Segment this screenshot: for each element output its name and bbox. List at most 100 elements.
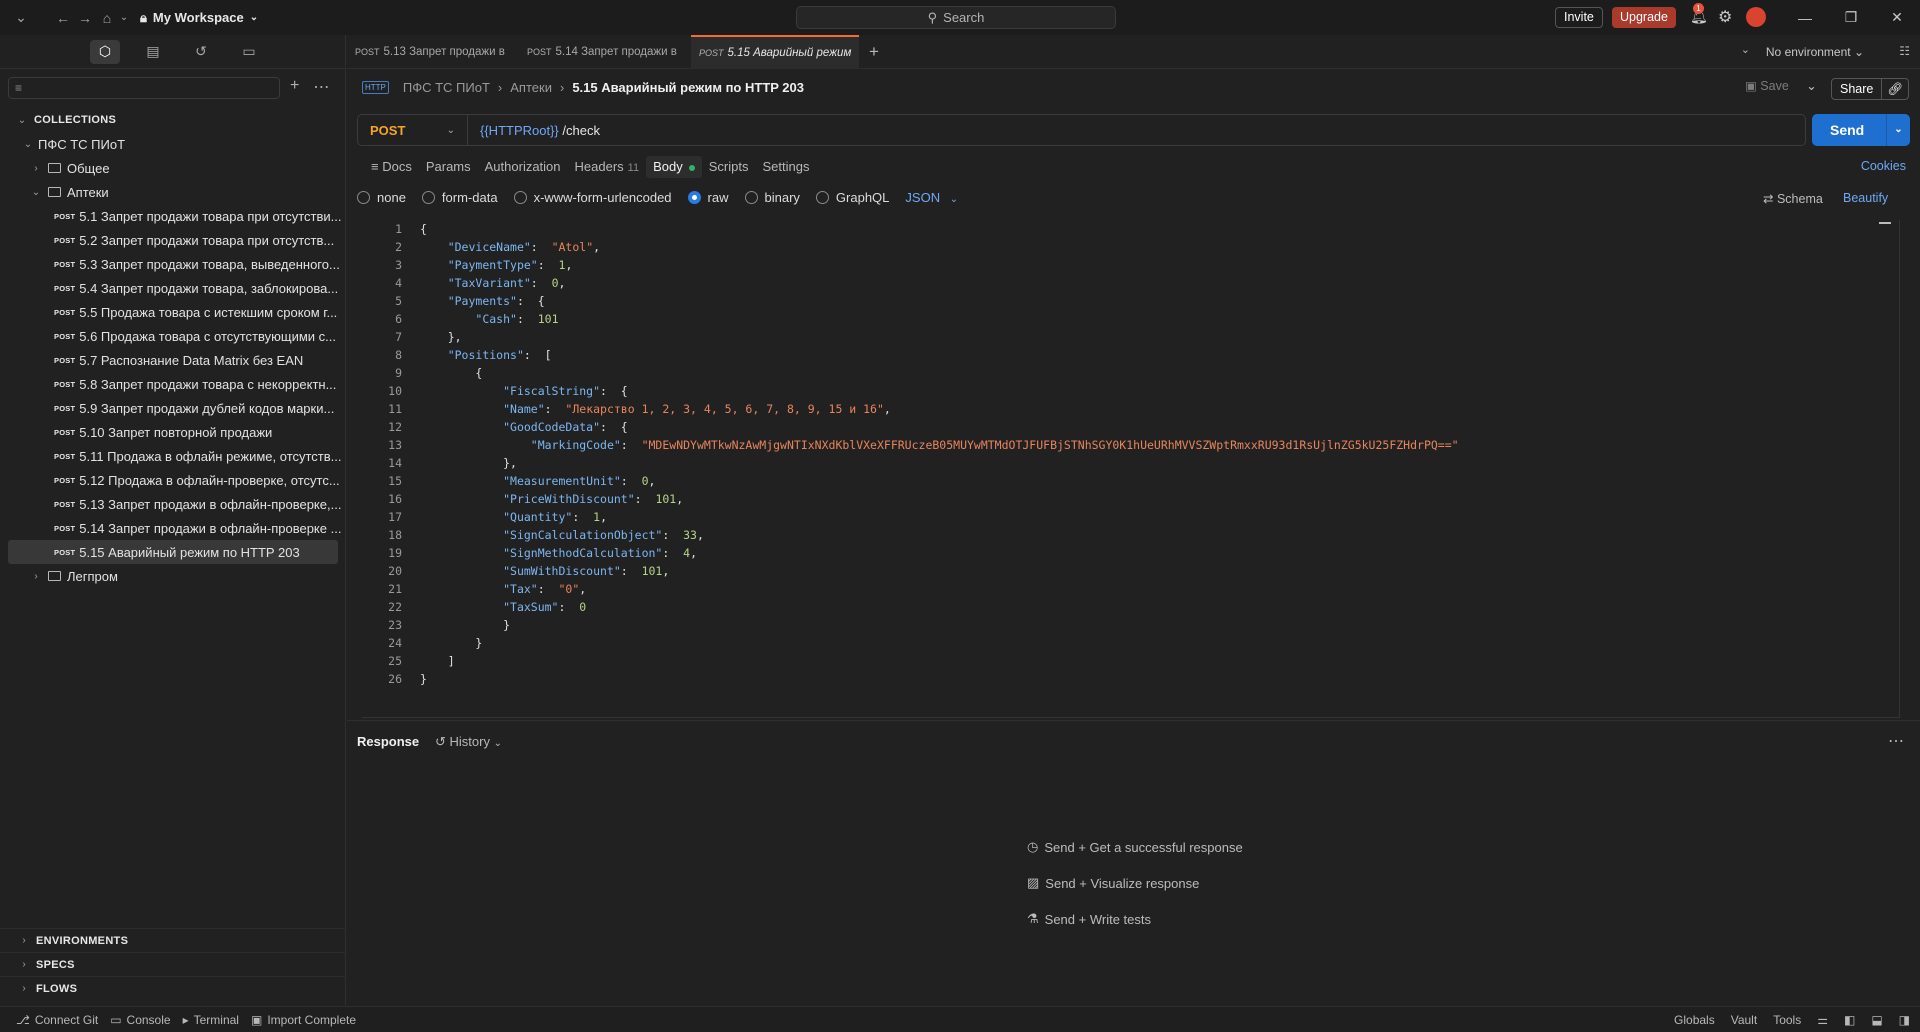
folder-pharmacies[interactable]: ⌄ Аптеки: [0, 180, 346, 204]
request-item[interactable]: POST 5.11 Продажа в офлайн режиме, отсутс…: [0, 444, 346, 468]
vault-button[interactable]: Vault: [1731, 1013, 1757, 1027]
request-item[interactable]: POST 5.14 Запрет продажи в офлайн-проверк…: [0, 516, 346, 540]
workspace-switcher[interactable]: 🔒︎ My Workspace ⌄: [140, 10, 258, 26]
gear-icon[interactable]: ⚙: [1718, 7, 1732, 27]
tab-request-5-14[interactable]: POST 5.14 Запрет продажи в: [519, 35, 691, 69]
editor-scrollbar[interactable]: [1879, 222, 1891, 224]
tab-scripts[interactable]: Scripts: [702, 156, 756, 178]
settings-sliders-icon[interactable]: ⚌: [1817, 1013, 1828, 1027]
send-dropdown-icon[interactable]: ⌄: [1886, 114, 1910, 146]
request-item[interactable]: POST 5.8 Запрет продажи товара с некоррек…: [0, 372, 346, 396]
tab-body[interactable]: Body: [646, 156, 702, 178]
files-tab-icon[interactable]: ▭: [234, 40, 264, 64]
request-item[interactable]: POST 5.4 Запрет продажи товара, заблокиро…: [0, 276, 346, 300]
close-button[interactable]: ✕: [1874, 0, 1920, 35]
cookies-link[interactable]: Cookies: [1861, 159, 1906, 173]
schema-button[interactable]: ⇄ Schema: [1763, 191, 1823, 206]
new-tab-icon[interactable]: +: [869, 42, 879, 62]
environments-tab-icon[interactable]: ▤: [138, 40, 168, 64]
tabs-dropdown-icon[interactable]: ⌄: [1741, 43, 1750, 56]
send-button[interactable]: Send ⌄: [1812, 114, 1910, 146]
connect-git-button[interactable]: ⎇ Connect Git: [16, 1013, 98, 1027]
layout-icon[interactable]: ☷: [1899, 44, 1910, 58]
radio-none[interactable]: none: [357, 190, 406, 205]
tools-button[interactable]: Tools: [1773, 1013, 1801, 1027]
pane-right-icon[interactable]: ◨: [1899, 1013, 1910, 1027]
collections-tab-icon[interactable]: ⬡: [90, 39, 120, 64]
forward-arrow-icon[interactable]: →: [74, 10, 96, 26]
beautify-button[interactable]: Beautify: [1843, 191, 1888, 205]
request-item[interactable]: POST 5.9 Запрет продажи дублей кодов марк…: [0, 396, 346, 420]
folder-common[interactable]: › Общее: [0, 156, 346, 180]
flows-section[interactable]: › FLOWS: [0, 976, 346, 1000]
request-item[interactable]: POST 5.15 Аварийный режим по HTTP 203: [8, 540, 338, 564]
hint-successful-response[interactable]: ◷ Send + Get a successful response: [1027, 839, 1243, 855]
tab-docs[interactable]: ≡ Docs: [364, 156, 419, 178]
hint-visualize-response[interactable]: ▨ Send + Visualize response: [1027, 875, 1199, 891]
import-status[interactable]: ▣ Import Complete: [251, 1013, 356, 1027]
radio-graphql[interactable]: GraphQL: [815, 190, 889, 205]
request-item[interactable]: POST 5.6 Продажа товара с отсутствующими …: [0, 324, 346, 348]
link-icon[interactable]: 🔗︎: [1881, 79, 1908, 99]
collection-item[interactable]: ⌄ ПФС ТС ПИоТ: [0, 132, 346, 156]
save-icon: ▣: [1745, 79, 1757, 93]
tab-request-5-13[interactable]: POST 5.13 Запрет продажи в: [347, 35, 519, 69]
environment-selector[interactable]: No environment ⌄: [1766, 45, 1864, 59]
tab-params[interactable]: Params: [419, 156, 478, 178]
code-editor[interactable]: 1 2 3 4 5 6 7 8 9 10 11 12 13 14 15 16 17 18 19 20 21 22 23 24 2…: [362, 220, 1900, 718]
notification-badge: 1: [1693, 3, 1704, 14]
save-button[interactable]: ▣ Save ⌄: [1745, 78, 1817, 93]
tab-settings[interactable]: Settings: [755, 156, 816, 178]
method-select[interactable]: POST ⌄: [358, 115, 468, 145]
invite-button[interactable]: Invite: [1555, 7, 1603, 28]
add-icon[interactable]: +: [290, 77, 299, 97]
minimize-button[interactable]: —: [1782, 0, 1828, 35]
request-item[interactable]: POST 5.5 Продажа товара с истекшим сроком…: [0, 300, 346, 324]
pane-bottom-icon[interactable]: ⬓: [1871, 1013, 1882, 1027]
maximize-button[interactable]: ❐: [1828, 0, 1874, 35]
menu-chevron-icon[interactable]: ⌄: [10, 9, 32, 26]
home-icon[interactable]: ⌂: [96, 10, 118, 26]
collections-header[interactable]: ⌄ COLLECTIONS: [0, 108, 346, 132]
specs-section[interactable]: › SPECS: [0, 952, 346, 976]
breadcrumb-folder[interactable]: Аптеки: [510, 80, 552, 95]
tab-request-5-15[interactable]: POST 5.15 Аварийный режим: [691, 34, 859, 69]
history-dropdown[interactable]: ↺ History ⌄: [435, 734, 502, 750]
globals-button[interactable]: Globals: [1674, 1013, 1715, 1027]
folder-light-industry[interactable]: › Легпром: [0, 564, 346, 588]
radio-form-data[interactable]: form-data: [421, 190, 498, 205]
tab-authorization[interactable]: Authorization: [478, 156, 568, 178]
search-input[interactable]: ⚲ Search: [796, 6, 1116, 29]
home-chevron-icon[interactable]: ⌄: [118, 12, 130, 23]
upgrade-button[interactable]: Upgrade: [1612, 7, 1676, 28]
tab-headers[interactable]: Headers 11: [568, 156, 647, 178]
radio-binary[interactable]: binary: [744, 190, 800, 205]
console-button[interactable]: ▭ Console: [110, 1013, 170, 1027]
request-item[interactable]: POST 5.7 Распознание Data Matrix без EAN: [0, 348, 346, 372]
request-item[interactable]: POST 5.12 Продажа в офлайн-проверке, отсу…: [0, 468, 346, 492]
avatar[interactable]: [1746, 7, 1766, 27]
terminal-button[interactable]: ▸ Terminal: [183, 1013, 239, 1027]
more-options-icon[interactable]: ⋯: [1888, 731, 1904, 751]
history-tab-icon[interactable]: ↺: [186, 40, 216, 64]
request-item[interactable]: POST 5.2 Запрет продажи товара при отсутс…: [0, 228, 346, 252]
docs-icon: ≡: [371, 159, 379, 174]
back-arrow-icon[interactable]: ←: [52, 10, 74, 26]
request-item[interactable]: POST 5.13 Запрет продажи в офлайн-проверк…: [0, 492, 346, 516]
request-item[interactable]: POST 5.10 Запрет повторной продажи: [0, 420, 346, 444]
url-input[interactable]: {{HTTPRoot}} /check: [468, 123, 600, 138]
pane-left-icon[interactable]: ◧: [1844, 1013, 1855, 1027]
environments-section[interactable]: › ENVIRONMENTS: [0, 928, 346, 952]
share-button[interactable]: Share 🔗︎: [1831, 78, 1910, 100]
breadcrumb-collection[interactable]: ПФС ТС ПИоТ: [403, 80, 490, 95]
radio-urlencoded[interactable]: x-www-form-urlencoded: [513, 190, 672, 205]
format-select[interactable]: JSON ⌄: [905, 190, 958, 205]
more-options-icon[interactable]: ⋯: [313, 77, 329, 97]
request-item[interactable]: POST 5.3 Запрет продажи товара, выведенно…: [0, 252, 346, 276]
filter-input[interactable]: ≡: [8, 77, 280, 99]
hint-write-tests[interactable]: ⚗ Send + Write tests: [1027, 911, 1151, 927]
page-title[interactable]: 5.15 Аварийный режим по HTTP 203: [572, 80, 804, 95]
request-item[interactable]: POST 5.1 Запрет продажи товара при отсутс…: [0, 204, 346, 228]
folder-icon: [48, 187, 61, 197]
radio-raw[interactable]: raw: [687, 190, 729, 205]
